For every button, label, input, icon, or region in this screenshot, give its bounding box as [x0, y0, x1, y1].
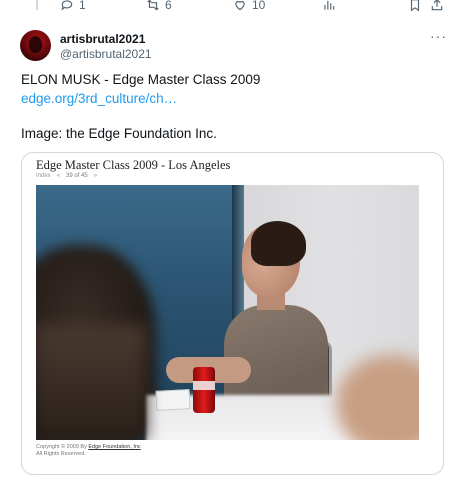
- tweet-text-credit: Image: the Edge Foundation Inc.: [21, 126, 217, 141]
- tweet-link[interactable]: edge.org/3rd_culture/ch…: [21, 91, 177, 106]
- media-photo: [36, 185, 419, 440]
- photo-paper: [155, 389, 191, 411]
- retweet-icon: [147, 0, 159, 11]
- photo-person-hair: [251, 221, 306, 266]
- user-handle[interactable]: @artisbrutal2021: [60, 47, 152, 61]
- bookmark-button[interactable]: [408, 0, 422, 12]
- photo-soda-can-label: [193, 381, 215, 390]
- media-copyright: Copyright © 2009 By Edge Foundation, Inc…: [36, 444, 141, 458]
- media-prev-arrow: «: [56, 173, 61, 179]
- avatar[interactable]: [20, 30, 51, 61]
- bookmark-icon: [410, 0, 420, 12]
- like-count: 10: [252, 0, 266, 12]
- reply-button[interactable]: 1: [60, 0, 86, 12]
- media-next-arrow: »: [93, 173, 98, 179]
- heart-icon: [235, 1, 245, 11]
- retweet-button[interactable]: 6: [146, 0, 172, 12]
- copyright-prefix: Copyright © 2009 By: [36, 444, 87, 450]
- views-button[interactable]: [322, 0, 336, 12]
- media-image[interactable]: Edge Master Class 2009 - Los Angeles Ind…: [21, 152, 444, 475]
- previous-tweet-action-bar: 1 6 10: [0, 0, 449, 14]
- copyright-org-link: Edge Foundation, Inc: [88, 444, 141, 450]
- retweet-count: 6: [165, 0, 172, 12]
- media-photo-count: 39 of 45: [66, 173, 88, 179]
- media-page-title: Edge Master Class 2009 - Los Angeles: [36, 158, 231, 172]
- share-icon: [431, 0, 443, 11]
- views-bar-chart-icon: [324, 0, 335, 10]
- photo-blurred-left-person: [36, 325, 146, 440]
- photo-soda-can: [193, 367, 215, 413]
- media-index-link: Index: [36, 173, 51, 179]
- reply-count: 1: [79, 0, 86, 12]
- reply-icon: [61, 0, 73, 11]
- tweet-text-line: ELON MUSK - Edge Master Class 2009: [21, 72, 261, 87]
- copyright-rights: All Rights Reserved.: [36, 451, 86, 457]
- like-button[interactable]: 10: [233, 0, 265, 12]
- display-name[interactable]: artisbrutal2021: [60, 32, 145, 46]
- share-button[interactable]: [430, 0, 444, 12]
- more-options-icon[interactable]: ···: [430, 28, 447, 44]
- media-gallery-nav: Index « 39 of 45 »: [36, 173, 97, 179]
